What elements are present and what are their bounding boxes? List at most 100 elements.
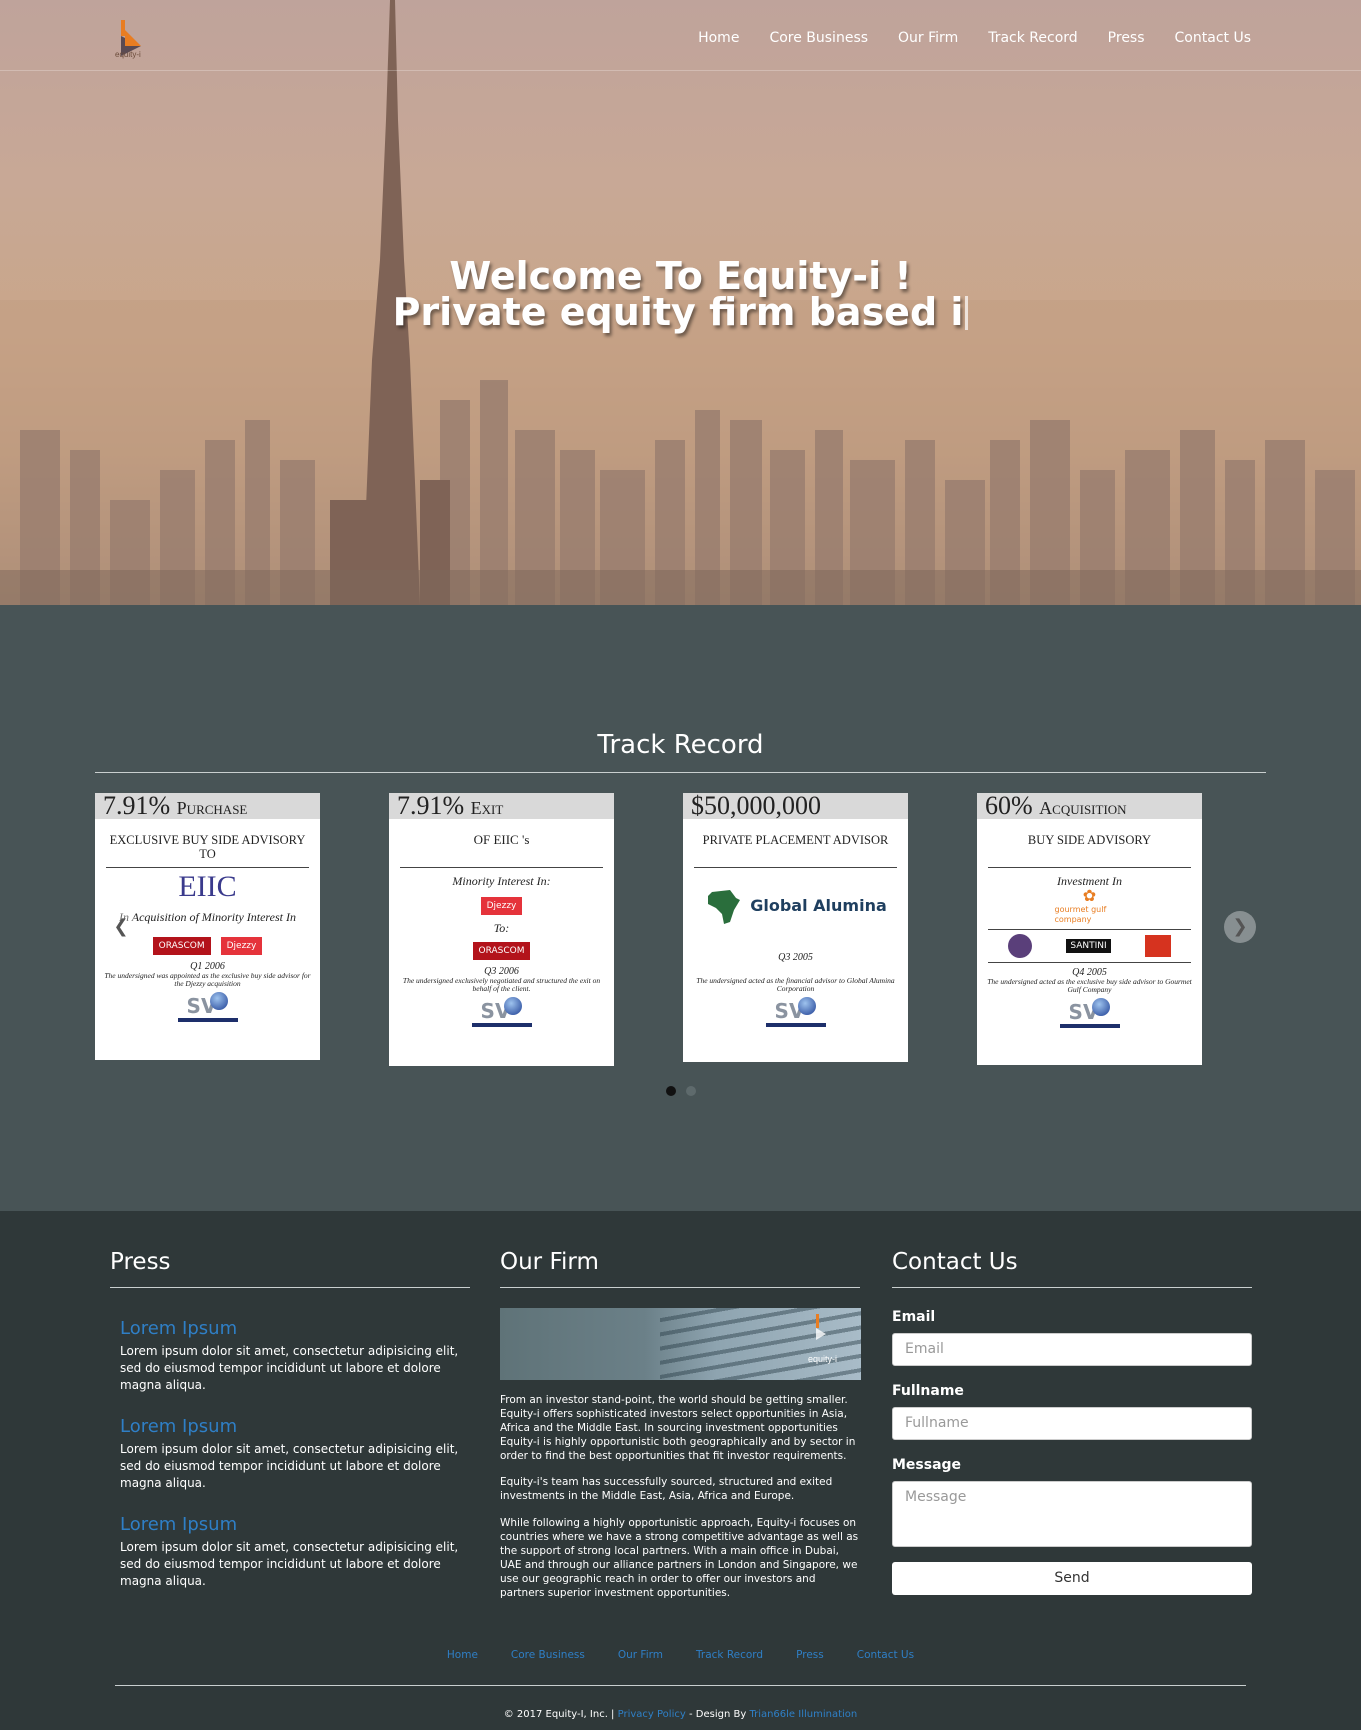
footer-nav: Home Core Business Our Firm Track Record… bbox=[0, 1649, 1361, 1661]
nav-home[interactable]: Home bbox=[698, 30, 739, 46]
source-capital-bar bbox=[471, 1023, 532, 1027]
hero-line-2: Private equity firm based i bbox=[0, 293, 1361, 331]
orascom-logo-row: ORASCOM bbox=[389, 940, 614, 960]
carousel-dot-2[interactable] bbox=[686, 1086, 696, 1096]
tombstone-card-4[interactable]: 60% Acquisition BUY SIDE ADVISORY Invest… bbox=[977, 793, 1202, 1065]
fullname-field[interactable]: Fullname bbox=[892, 1407, 1252, 1440]
firm-paragraph-2: Equity-i's team has successfully sourced… bbox=[500, 1476, 833, 1502]
carousel-indicators bbox=[666, 1086, 696, 1096]
card-headline-figure: 60% bbox=[985, 793, 1033, 820]
card-note: The undersigned acted as the financial a… bbox=[696, 976, 895, 993]
hero-heading: Welcome To Equity-i ! Private equity fir… bbox=[0, 254, 1361, 331]
card-divider bbox=[694, 867, 897, 868]
design-by-text: - Design By bbox=[688, 1709, 747, 1720]
press-item-title[interactable]: Lorem Ipsum bbox=[120, 1416, 460, 1437]
brand-badge-icon bbox=[1008, 934, 1033, 958]
footer-nav-contact-us[interactable]: Contact Us bbox=[857, 1649, 914, 1661]
designer-link[interactable]: Trian66le Illumination bbox=[749, 1709, 857, 1720]
message-field[interactable]: Message bbox=[892, 1481, 1252, 1547]
card-headline-word: Purchase bbox=[176, 798, 248, 818]
card-italic-text: Investment In bbox=[1057, 874, 1122, 888]
orascom-logo: ORASCOM bbox=[152, 937, 211, 955]
djezzy-logo: Djezzy bbox=[480, 897, 523, 915]
footer-nav-press[interactable]: Press bbox=[796, 1649, 824, 1661]
card-divider bbox=[988, 867, 1191, 868]
nav-our-firm[interactable]: Our Firm bbox=[898, 30, 958, 46]
nav-track-record[interactable]: Track Record bbox=[988, 30, 1077, 46]
source-capital-logo: SV bbox=[95, 992, 320, 1018]
globe-icon bbox=[504, 997, 523, 1015]
press-item: Lorem Ipsum Lorem ipsum dolor sit amet, … bbox=[120, 1416, 460, 1492]
globe-icon bbox=[1092, 998, 1111, 1016]
firm-paragraph-3: While following a highly opportunistic a… bbox=[500, 1517, 859, 1599]
press-item-title[interactable]: Lorem Ipsum bbox=[120, 1318, 460, 1339]
source-capital-logo: SV bbox=[389, 997, 614, 1023]
card-headline-figure: 7.91% bbox=[397, 793, 465, 820]
nav-contact-us[interactable]: Contact Us bbox=[1175, 30, 1251, 46]
footer-nav-core-business[interactable]: Core Business bbox=[511, 1649, 585, 1661]
globe-icon bbox=[798, 997, 817, 1015]
djezzy-logo-row: Djezzy bbox=[389, 895, 614, 915]
nav-press[interactable]: Press bbox=[1108, 30, 1145, 46]
privacy-policy-link[interactable]: Privacy Policy bbox=[618, 1709, 686, 1720]
source-capital-bar bbox=[177, 1018, 238, 1022]
tombstone-card-2[interactable]: 7.91% Exit OF EIIC 's Minority Interest … bbox=[389, 793, 614, 1066]
eiic-logo: EIIC bbox=[178, 870, 237, 903]
fullname-label: Fullname bbox=[892, 1383, 964, 1399]
tombstone-card-3[interactable]: $50,000,000 PRIVATE PLACEMENT ADVISOR Gl… bbox=[683, 793, 908, 1062]
carousel-prev-icon[interactable]: ❮ bbox=[105, 911, 137, 943]
footer-nav-home[interactable]: Home bbox=[447, 1649, 478, 1661]
card-subtitle: PRIVATE PLACEMENT ADVISOR bbox=[702, 833, 889, 847]
email-field[interactable]: Email bbox=[892, 1333, 1252, 1366]
card-headline: 60% Acquisition bbox=[977, 793, 1202, 819]
source-capital-logo: SV bbox=[977, 998, 1202, 1024]
brand-logo-red bbox=[1144, 935, 1171, 957]
card-headline: 7.91% Exit bbox=[389, 793, 614, 819]
main-nav: Home Core Business Our Firm Track Record… bbox=[698, 30, 1251, 46]
copyright: © 2017 Equity-I, Inc. | Privacy Policy -… bbox=[0, 1709, 1361, 1720]
press-item: Lorem Ipsum Lorem ipsum dolor sit amet, … bbox=[120, 1318, 460, 1394]
press-divider bbox=[110, 1287, 470, 1288]
africa-map-icon bbox=[708, 890, 741, 924]
email-label: Email bbox=[892, 1309, 936, 1325]
press-item-title[interactable]: Lorem Ipsum bbox=[120, 1514, 460, 1535]
brand-logos-row: SANTINI bbox=[977, 934, 1202, 958]
card-note: The undersigned exclusively negotiated a… bbox=[402, 976, 601, 993]
card-italic-to: To: bbox=[493, 921, 510, 935]
message-label: Message bbox=[892, 1457, 962, 1473]
equity-i-logo-icon bbox=[816, 1314, 826, 1340]
card-divider bbox=[106, 867, 309, 868]
footer-nav-track-record[interactable]: Track Record bbox=[696, 1649, 763, 1661]
hero-line-1: Welcome To Equity-i ! bbox=[449, 254, 912, 298]
nav-core-business[interactable]: Core Business bbox=[769, 30, 868, 46]
our-firm-divider bbox=[500, 1287, 860, 1288]
djezzy-logo: Djezzy bbox=[220, 937, 263, 955]
card-subtitle: OF EIIC 's bbox=[473, 832, 530, 847]
send-button[interactable]: Send bbox=[892, 1562, 1252, 1595]
card-headline-figure: 7.91% bbox=[103, 793, 171, 820]
card-subtitle: BUY SIDE ADVISORY bbox=[1027, 833, 1152, 847]
building-facade bbox=[660, 1308, 861, 1380]
card-divider-3 bbox=[988, 962, 1191, 963]
card-subtitle: EXCLUSIVE BUY SIDE ADVISORY TO bbox=[109, 833, 306, 861]
footer: Press Lorem Ipsum Lorem ipsum dolor sit … bbox=[0, 1211, 1361, 1730]
globe-icon bbox=[210, 992, 229, 1010]
carousel-next-icon[interactable]: ❯ bbox=[1224, 911, 1256, 943]
card-headline: $50,000,000 bbox=[683, 793, 908, 819]
card-headline: 7.91% Purchase bbox=[95, 793, 320, 819]
copyright-text: © 2017 Equity-I, Inc. | bbox=[503, 1709, 615, 1720]
source-capital-logo: SV bbox=[683, 997, 908, 1023]
card-italic-text: Minority Interest In: bbox=[452, 874, 551, 888]
card-note: The undersigned was appointed as the exc… bbox=[104, 971, 311, 988]
card-divider bbox=[400, 867, 603, 868]
card-note: The undersigned acted as the exclusive b… bbox=[987, 977, 1192, 994]
footer-divider bbox=[115, 1685, 1246, 1686]
carousel-dot-1[interactable] bbox=[666, 1086, 676, 1096]
track-record-title: Track Record bbox=[597, 730, 764, 760]
typing-cursor bbox=[965, 296, 969, 330]
press-title: Press bbox=[110, 1249, 171, 1275]
contact-title: Contact Us bbox=[892, 1249, 1018, 1275]
footer-nav-our-firm[interactable]: Our Firm bbox=[618, 1649, 663, 1661]
hero-line-2-text: Private equity firm based i bbox=[392, 290, 964, 334]
our-firm-title: Our Firm bbox=[500, 1249, 599, 1275]
